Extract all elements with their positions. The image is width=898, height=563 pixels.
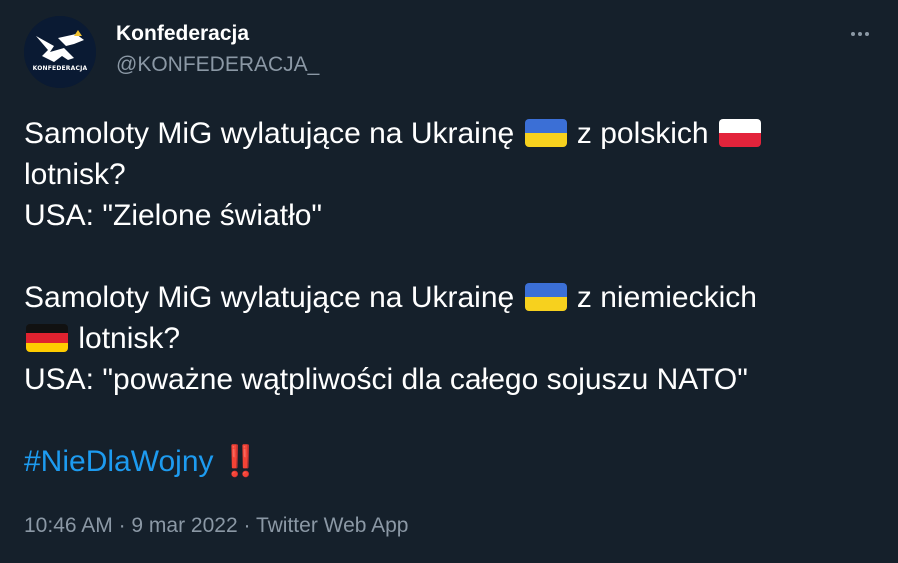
tweet-time[interactable]: 10:46 AM: [24, 514, 113, 537]
tweet-date[interactable]: 9 mar 2022: [131, 514, 237, 537]
tweet-meta: 10:46 AM · 9 mar 2022 · Twitter Web App: [24, 514, 409, 538]
tweet-line: lotnisk?: [24, 158, 126, 191]
tweet-text-segment: z niemieckich: [576, 281, 757, 314]
tweet-text-segment: Samoloty MiG wylatujące na Ukrainę: [24, 117, 515, 150]
display-name[interactable]: Konfederacja: [116, 22, 249, 46]
tweet-line: Samoloty MiG wylatujące na Ukrainę z pol…: [24, 113, 874, 154]
tweet-card: KONFEDERACJA Konfederacja @KONFEDERACJA_…: [0, 0, 898, 563]
more-options-icon[interactable]: [842, 24, 878, 44]
user-handle[interactable]: @KONFEDERACJA_: [116, 53, 319, 77]
avatar[interactable]: KONFEDERACJA: [24, 16, 96, 88]
germany-flag-icon: [26, 324, 68, 352]
tweet-line: Samoloty MiG wylatujące na Ukrainę z nie…: [24, 277, 874, 318]
poland-flag-icon: [718, 119, 761, 147]
tweet-line: lotnisk?: [24, 318, 874, 359]
eagle-logo-icon: [24, 16, 96, 88]
separator: ·: [118, 514, 126, 537]
hashtag-link[interactable]: #NieDlaWojny: [24, 445, 214, 478]
tweet-text: Samoloty MiG wylatujące na Ukrainę z pol…: [24, 113, 874, 482]
ukraine-flag-icon: [524, 119, 567, 147]
tweet-text-segment: Samoloty MiG wylatujące na Ukrainę: [24, 281, 515, 314]
tweet-line: USA: "poważne wątpliwości dla całego soj…: [24, 363, 748, 396]
tweet-line: USA: "Zielone światło": [24, 199, 323, 232]
ukraine-flag-icon: [524, 283, 567, 311]
separator: ·: [243, 514, 251, 537]
tweet-line: #NieDlaWojny ‼️: [24, 441, 874, 482]
avatar-logo-text: KONFEDERACJA: [32, 65, 88, 72]
double-exclamation-icon: ‼️: [221, 445, 259, 478]
tweet-text-segment: lotnisk?: [78, 322, 181, 355]
tweet-source[interactable]: Twitter Web App: [256, 514, 409, 537]
tweet-text-segment: z polskich: [576, 117, 709, 150]
